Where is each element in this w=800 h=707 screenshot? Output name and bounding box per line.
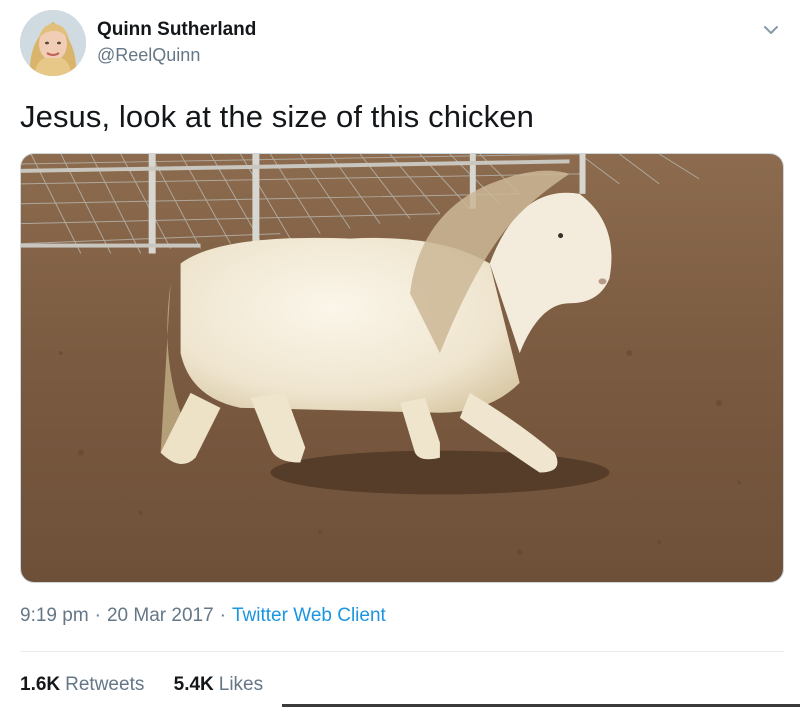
tweet-meta: 9:19 pm · 20 Mar 2017 · Twitter Web Client <box>20 605 386 627</box>
meta-separator: · <box>94 605 101 626</box>
likes-label: Likes <box>218 674 264 695</box>
retweets-count: 1.6K <box>20 674 61 695</box>
tweet-date[interactable]: 20 Mar 2017 <box>107 605 214 626</box>
display-name[interactable]: Quinn Sutherland <box>97 19 256 41</box>
bottom-edge <box>0 703 800 707</box>
tweet-text: Jesus, look at the size of this chicken <box>20 99 534 134</box>
likes-stat[interactable]: 5.4K Likes <box>174 674 264 696</box>
chevron-down-icon[interactable] <box>760 22 782 38</box>
tweet-stats: 1.6K Retweets 5.4K Likes <box>20 674 287 696</box>
client-link[interactable]: Twitter Web Client <box>232 605 386 626</box>
meta-separator: · <box>219 605 226 626</box>
divider <box>20 651 784 652</box>
tweet-photo[interactable] <box>20 153 784 583</box>
tweet-time[interactable]: 9:19 pm <box>20 605 89 626</box>
retweets-label: Retweets <box>65 674 145 695</box>
tweet-card: Quinn Sutherland @ReelQuinn Jesus, look … <box>0 0 800 707</box>
retweets-stat[interactable]: 1.6K Retweets <box>20 674 144 696</box>
avatar[interactable] <box>20 10 86 76</box>
user-handle[interactable]: @ReelQuinn <box>97 45 200 66</box>
likes-count: 5.4K <box>173 674 214 695</box>
